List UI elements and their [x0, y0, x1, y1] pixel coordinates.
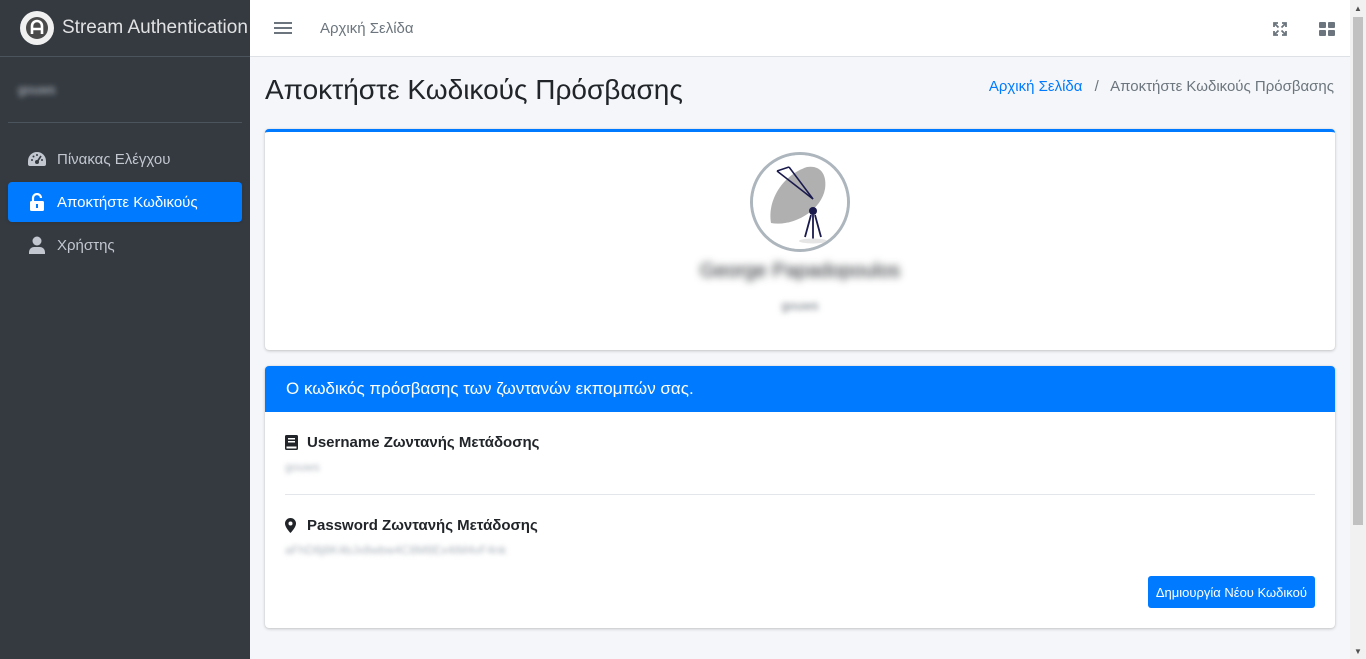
credentials-card: Ο κωδικός πρόσβασης των ζωντανών εκπομπώ…	[265, 366, 1335, 628]
user-panel[interactable]: gouws	[8, 57, 242, 123]
top-home-link[interactable]: Αρχική Σελίδα	[320, 20, 414, 37]
sidebar-nav: Πίνακας Ελέγχου Αποκτήστε Κωδικούς Χρήστ…	[0, 139, 250, 265]
profile-card: George Papadopoulos gouws	[265, 129, 1335, 350]
username-label: Username Ζωντανής Μετάδοσης	[307, 434, 540, 451]
scroll-down-arrow-icon[interactable]: ▼	[1350, 643, 1366, 659]
credentials-header: Ο κωδικός πρόσβασης των ζωντανών εκπομπώ…	[265, 366, 1335, 412]
book-icon	[285, 435, 299, 450]
sidebar-item-user[interactable]: Χρήστης	[8, 225, 242, 265]
sidebar-user-name[interactable]: gouws	[18, 82, 56, 97]
stream-logo-icon	[20, 11, 54, 45]
password-label-row: Password Ζωντανής Μετάδοσης	[285, 517, 1315, 534]
sidebar-item-get-codes[interactable]: Αποκτήστε Κωδικούς	[8, 182, 242, 222]
top-right-icons	[1256, 0, 1350, 57]
sidebar: Stream Authentication gouws Πίνακας Ελέγ…	[0, 0, 250, 659]
breadcrumb-home-link[interactable]: Αρχική Σελίδα	[989, 78, 1083, 95]
generate-new-code-button[interactable]: Δημιουργία Νέου Κωδικού	[1147, 576, 1315, 608]
menu-toggle-icon[interactable]	[274, 19, 292, 37]
sidebar-item-label: Χρήστης	[57, 236, 115, 254]
fullscreen-icon[interactable]	[1256, 0, 1303, 57]
password-label: Password Ζωντανής Μετάδοσης	[307, 517, 538, 534]
tachometer-icon	[27, 149, 47, 169]
brand-link[interactable]: Stream Authentication	[0, 0, 250, 57]
breadcrumb-current: Αποκτήστε Κωδικούς Πρόσβασης	[1110, 78, 1334, 95]
map-marker-icon	[285, 518, 299, 533]
page-title: Αποκτήστε Κωδικούς Πρόσβασης	[265, 74, 683, 105]
username-label-row: Username Ζωντανής Μετάδοσης	[285, 434, 1315, 451]
scroll-up-arrow-icon[interactable]: ▲	[1350, 0, 1366, 16]
user-icon	[27, 235, 47, 255]
password-value: aFhD8j8K4bJx8wbw4C8M8Ex4tM4vF4nk	[285, 543, 507, 557]
content-wrapper: Αποκτήστε Κωδικούς Πρόσβασης Αρχική Σελί…	[250, 57, 1350, 659]
username-value: gouws	[285, 460, 320, 474]
page-scrollbar[interactable]: ▲ ▼	[1350, 0, 1366, 659]
sidebar-item-label: Αποκτήστε Κωδικούς	[57, 193, 198, 211]
profile-username: gouws	[781, 298, 819, 313]
breadcrumb-separator: /	[1094, 78, 1099, 95]
credentials-body: Username Ζωντανής Μετάδοσης gouws Passwo…	[265, 434, 1335, 557]
profile-name: George Papadopoulos	[699, 260, 901, 282]
top-navbar: Αρχική Σελίδα	[250, 0, 1350, 57]
sidebar-item-label: Πίνακας Ελέγχου	[57, 150, 171, 168]
sidebar-item-dashboard[interactable]: Πίνακας Ελέγχου	[8, 139, 242, 179]
satellite-dish-avatar-icon	[750, 152, 850, 252]
brand-title: Stream Authentication	[62, 17, 248, 38]
scroll-thumb[interactable]	[1353, 17, 1363, 525]
credentials-divider	[285, 494, 1315, 495]
breadcrumb: Αρχική Σελίδα / Αποκτήστε Κωδικούς Πρόσβ…	[989, 78, 1334, 95]
unlock-icon	[27, 192, 47, 212]
grid-icon[interactable]	[1303, 0, 1350, 57]
